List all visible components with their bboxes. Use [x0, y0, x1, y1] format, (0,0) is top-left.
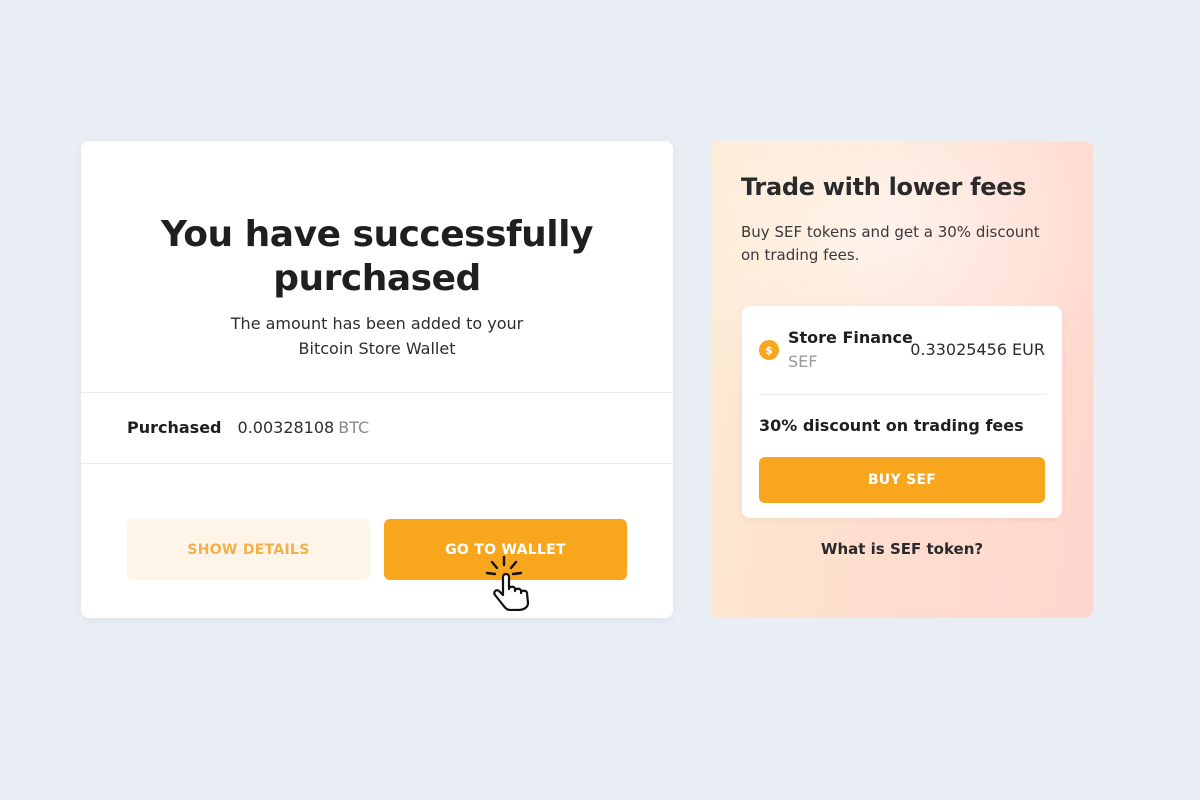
purchased-amount-value: 0.00328108: [237, 417, 335, 437]
divider: [81, 463, 673, 464]
what-is-sef-link[interactable]: What is SEF token?: [711, 540, 1093, 558]
token-name: Store Finance: [788, 328, 913, 347]
divider: [759, 394, 1045, 395]
promo-title: Trade with lower fees: [741, 173, 1027, 201]
sef-promo-card: Trade with lower fees Buy SEF tokens and…: [711, 141, 1093, 618]
success-title-line1: You have successfully: [161, 214, 593, 255]
purchased-row: Purchased 0.00328108 BTC: [127, 416, 369, 438]
success-subtitle-line1: The amount has been added to your: [230, 314, 524, 333]
divider: [81, 392, 673, 393]
token-discount-text: 30% discount on trading fees: [759, 416, 1024, 435]
page: You have successfully purchased The amou…: [0, 0, 1200, 800]
purchased-label: Purchased: [127, 417, 222, 437]
show-details-button[interactable]: SHOW DETAILS: [127, 519, 370, 580]
purchase-success-card: You have successfully purchased The amou…: [81, 141, 673, 618]
token-symbol: SEF: [788, 352, 818, 371]
success-subtitle: The amount has been added to your Bitcoi…: [81, 311, 673, 361]
promo-description: Buy SEF tokens and get a 30% discount on…: [741, 223, 1040, 264]
success-subtitle-line2: Bitcoin Store Wallet: [298, 339, 456, 358]
dollar-coin-icon: $: [759, 340, 779, 360]
success-title: You have successfully purchased: [81, 213, 673, 301]
purchased-amount: 0.00328108 BTC: [238, 418, 370, 437]
success-title-line2: purchased: [273, 258, 481, 299]
buy-sef-button[interactable]: BUY SEF: [759, 457, 1045, 503]
go-to-wallet-button[interactable]: GO TO WALLET: [384, 519, 627, 580]
purchased-unit: BTC: [338, 417, 370, 437]
token-price: 0.33025456 EUR: [910, 340, 1045, 359]
token-card: $ Store Finance SEF 0.33025456 EUR 30% d…: [742, 306, 1062, 518]
